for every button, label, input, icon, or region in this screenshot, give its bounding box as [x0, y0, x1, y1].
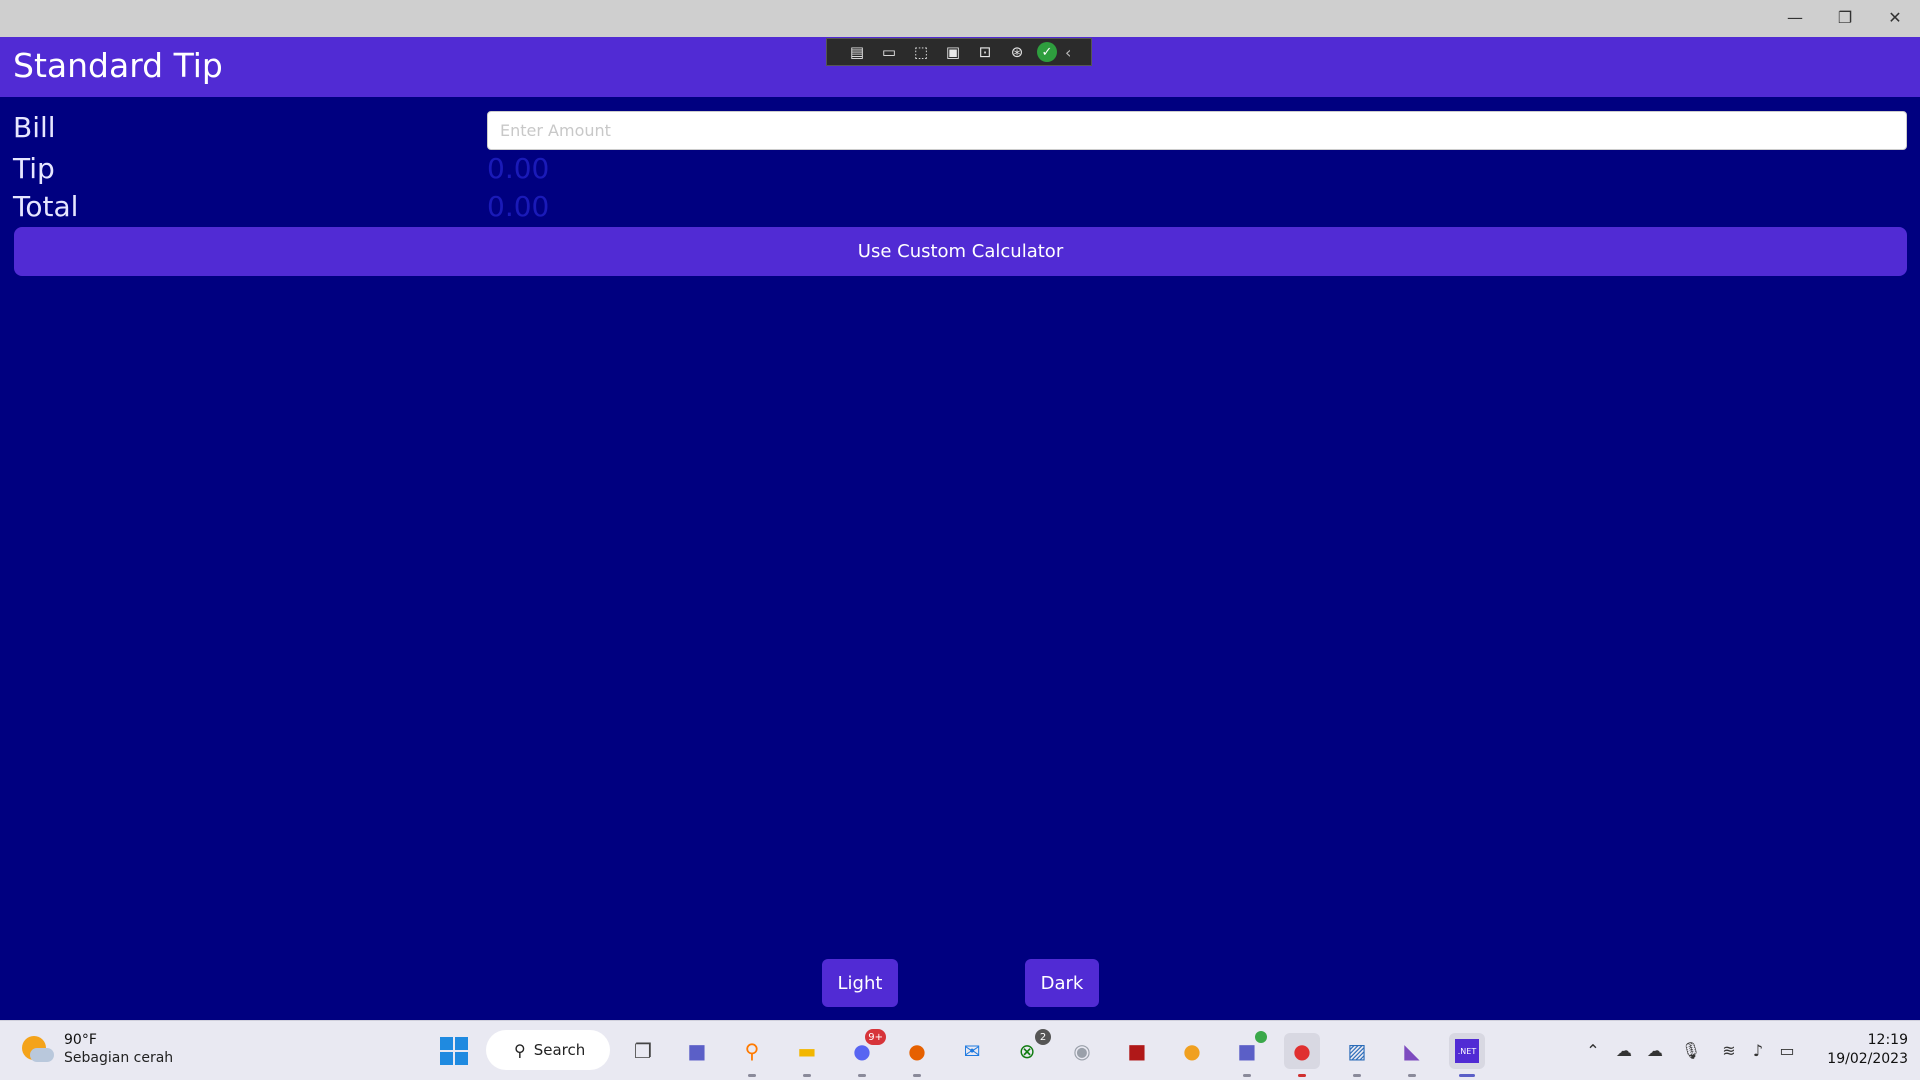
app-button-orange[interactable]: ●: [1174, 1033, 1210, 1069]
search-icon: ⚲: [514, 1040, 526, 1060]
start-button[interactable]: [436, 1033, 472, 1069]
magnifier-app-icon: ⚲: [744, 1039, 760, 1063]
teams-button[interactable]: ■: [1229, 1031, 1267, 1077]
volume-icon[interactable]: ♪: [1745, 1035, 1771, 1065]
firefox-icon: ●: [908, 1039, 926, 1063]
tip-value: 0.00: [487, 152, 550, 185]
search-app-button[interactable]: ⚲: [734, 1033, 770, 1077]
check-icon[interactable]: ✓: [1037, 42, 1057, 62]
minimize-button[interactable]: —: [1770, 0, 1820, 34]
mail-icon: ✉: [963, 1039, 981, 1063]
red-app-icon: ■: [1127, 1039, 1147, 1063]
clock-date: 19/02/2023: [1827, 1051, 1908, 1067]
onedrive-icon[interactable]: ☁: [1611, 1035, 1637, 1065]
firefox-button[interactable]: ●: [899, 1033, 935, 1077]
weather-widget[interactable]: 90°F Sebagian cerah: [20, 1031, 173, 1067]
chevron-up-icon: ⌃: [1586, 1040, 1600, 1060]
discord-badge: 9+: [865, 1029, 886, 1045]
task-view-icon: ❐: [634, 1039, 652, 1063]
discord-icon: ●: [853, 1039, 871, 1063]
ea-app-button[interactable]: ●: [1284, 1033, 1320, 1077]
xaml-debug-toolbar: ▤ ▭ ⬚ ▣ ⊡ ⊛ ✓ ‹: [826, 38, 1092, 66]
weather-description: Sebagian cerah: [64, 1050, 174, 1066]
teams-status-icon: [1255, 1031, 1267, 1043]
close-button[interactable]: ✕: [1870, 0, 1920, 34]
teams-chat-button[interactable]: ■: [679, 1033, 715, 1069]
total-label: Total: [13, 190, 79, 223]
video-icon[interactable]: ▭: [877, 41, 901, 63]
microphone-icon[interactable]: 🎙: [1678, 1035, 1704, 1065]
app-button-grey[interactable]: ◉: [1064, 1033, 1100, 1069]
display-layout-adorners-icon[interactable]: ▣: [941, 41, 965, 63]
dark-theme-button[interactable]: Dark: [1025, 959, 1099, 1007]
grey-app-icon: ◉: [1073, 1039, 1091, 1063]
dotnet-app-button[interactable]: .NET: [1449, 1033, 1485, 1077]
xbox-button[interactable]: ⊗ 2: [1009, 1029, 1051, 1069]
ea-icon: ●: [1293, 1039, 1311, 1063]
maximize-button[interactable]: ❐: [1820, 0, 1870, 34]
visual-studio-icon: ◣: [1404, 1039, 1420, 1063]
select-element-icon[interactable]: ⬚: [909, 41, 933, 63]
system-clock[interactable]: 12:19 19/02/2023: [1812, 1031, 1908, 1069]
light-theme-button[interactable]: Light: [822, 959, 898, 1007]
dotnet-icon: .NET: [1455, 1039, 1479, 1063]
xbox-icon: ⊗: [1018, 1039, 1036, 1063]
chart-app-icon: ▨: [1347, 1039, 1367, 1063]
weather-temperature: 90°F: [64, 1032, 97, 1048]
collapse-icon[interactable]: ‹: [1065, 43, 1071, 62]
mail-button[interactable]: ✉: [954, 1033, 990, 1069]
bill-label: Bill: [13, 111, 56, 144]
battery-icon[interactable]: ▭: [1774, 1035, 1800, 1065]
use-custom-calculator-button[interactable]: Use Custom Calculator: [14, 227, 1907, 276]
partly-sunny-icon: [20, 1032, 54, 1066]
track-focus-icon[interactable]: ⊡: [973, 41, 997, 63]
performance-monitor-button[interactable]: ▨: [1339, 1033, 1375, 1077]
taskbar-search[interactable]: ⚲ Search: [486, 1030, 610, 1070]
bill-amount-input[interactable]: [487, 111, 1907, 150]
total-value: 0.00: [487, 190, 550, 223]
xbox-badge: 2: [1035, 1029, 1051, 1045]
clock-time: 12:19: [1867, 1032, 1908, 1048]
task-view-button[interactable]: ❐: [625, 1033, 661, 1069]
binding-failures-icon[interactable]: ⊛: [1005, 41, 1029, 63]
onedrive-business-icon[interactable]: ☁: [1642, 1035, 1668, 1065]
show-hidden-icons-button[interactable]: ⌃: [1580, 1035, 1606, 1065]
teams-icon: ■: [1237, 1039, 1257, 1063]
windows-icon: [440, 1037, 468, 1065]
orange-app-icon: ●: [1183, 1039, 1201, 1063]
search-label: Search: [533, 1041, 586, 1059]
app-button-red[interactable]: ■: [1119, 1033, 1155, 1069]
wifi-icon[interactable]: ≋: [1716, 1035, 1742, 1065]
file-explorer-button[interactable]: ▬: [789, 1033, 825, 1077]
live-visual-tree-icon[interactable]: ▤: [845, 41, 869, 63]
page-title: Standard Tip: [13, 46, 223, 85]
folder-icon: ▬: [797, 1039, 817, 1063]
window-titlebar: — ❐ ✕: [0, 0, 1920, 37]
visual-studio-button[interactable]: ◣: [1394, 1033, 1430, 1077]
tip-label: Tip: [13, 152, 55, 185]
taskbar: 90°F Sebagian cerah ⚲ Search ❐ ■ ⚲ ▬ ● 9…: [0, 1020, 1920, 1080]
video-chat-icon: ■: [687, 1039, 707, 1063]
discord-button[interactable]: ● 9+: [844, 1029, 886, 1077]
